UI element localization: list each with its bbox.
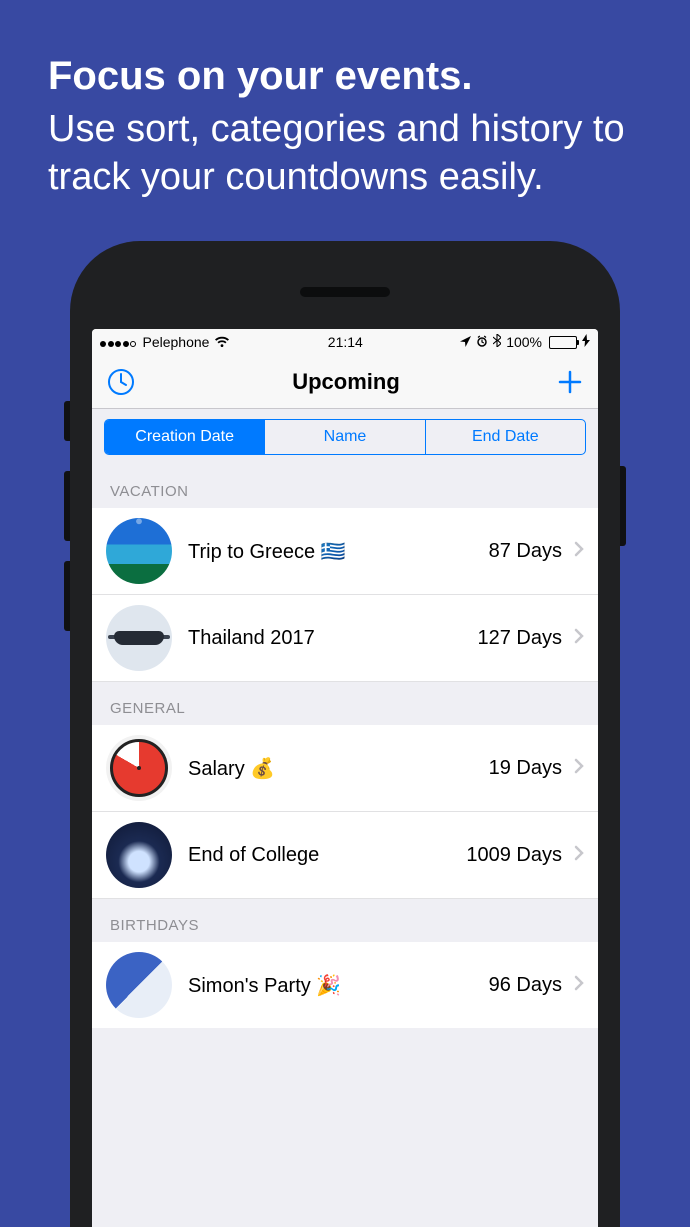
section-header-birthdays: BIRTHDAYS	[92, 899, 598, 942]
phone-side-button	[64, 561, 70, 631]
promo-title: Focus on your events.	[48, 52, 642, 100]
countdown-row[interactable]: Thailand 2017 127 Days	[92, 595, 598, 682]
event-avatar	[106, 822, 172, 888]
chevron-right-icon	[574, 541, 584, 562]
chevron-right-icon	[574, 758, 584, 779]
countdown-row[interactable]: Trip to Greece 🇬🇷 87 Days	[92, 508, 598, 595]
alarm-icon	[476, 334, 488, 350]
segment-creation-date[interactable]: Creation Date	[105, 420, 264, 454]
location-icon	[460, 334, 471, 350]
phone-side-button	[64, 471, 70, 541]
page-title: Upcoming	[292, 369, 400, 395]
history-button[interactable]	[106, 367, 136, 397]
statusbar-time: 21:14	[328, 334, 363, 350]
countdown-row[interactable]: End of College 1009 Days	[92, 812, 598, 899]
add-button[interactable]	[556, 368, 584, 396]
segment-name[interactable]: Name	[264, 420, 424, 454]
event-days: 96 Days	[489, 974, 562, 997]
wifi-icon	[214, 336, 230, 348]
event-avatar	[106, 735, 172, 801]
event-avatar	[106, 518, 172, 584]
promo-subtitle: Use sort, categories and history to trac…	[48, 106, 642, 201]
carrier-label: Pelephone	[143, 334, 210, 350]
event-days: 1009 Days	[466, 844, 562, 867]
section-header-vacation: VACATION	[92, 465, 598, 508]
chevron-right-icon	[574, 628, 584, 649]
phone-screen: Pelephone 21:14 100%	[92, 329, 598, 1227]
event-title: Thailand 2017	[188, 627, 478, 650]
event-title: Trip to Greece 🇬🇷	[188, 539, 489, 564]
chevron-right-icon	[574, 975, 584, 996]
bluetooth-icon	[493, 334, 501, 350]
promo-block: Focus on your events. Use sort, categori…	[0, 0, 690, 201]
sort-segmented: Creation Date Name End Date	[104, 419, 586, 455]
battery-icon	[547, 336, 577, 349]
navbar: Upcoming	[92, 355, 598, 409]
phone-speaker	[300, 287, 390, 297]
event-days: 19 Days	[489, 757, 562, 780]
phone-frame: Pelephone 21:14 100%	[70, 241, 620, 1227]
event-days: 127 Days	[478, 627, 563, 650]
event-title: Salary 💰	[188, 756, 489, 781]
countdown-row[interactable]: Simon's Party 🎉 96 Days	[92, 942, 598, 1028]
chevron-right-icon	[574, 845, 584, 866]
charging-icon	[582, 334, 590, 350]
statusbar: Pelephone 21:14 100%	[92, 329, 598, 355]
event-title: Simon's Party 🎉	[188, 973, 489, 998]
segmented-wrapper: Creation Date Name End Date	[92, 409, 598, 465]
event-avatar	[106, 605, 172, 671]
event-days: 87 Days	[489, 540, 562, 563]
countdown-row[interactable]: Salary 💰 19 Days	[92, 725, 598, 812]
phone-side-button	[620, 466, 626, 546]
event-title: End of College	[188, 844, 466, 867]
section-header-general: GENERAL	[92, 682, 598, 725]
phone-side-button	[64, 401, 70, 441]
event-avatar	[106, 952, 172, 1018]
signal-dots-icon	[100, 334, 138, 350]
battery-pct: 100%	[506, 334, 542, 350]
segment-end-date[interactable]: End Date	[425, 420, 585, 454]
